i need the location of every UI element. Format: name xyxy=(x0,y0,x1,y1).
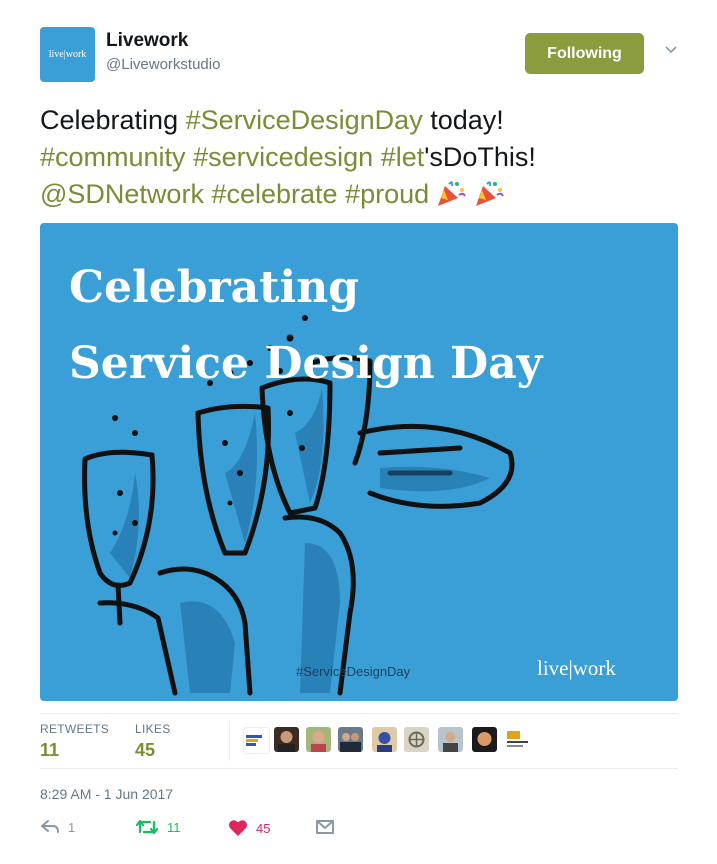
chevron-down-icon[interactable] xyxy=(664,42,678,56)
tweet-media-image[interactable]: Celebrating Service Design Day #ServiceD… xyxy=(40,223,678,701)
reply-icon xyxy=(41,820,59,833)
reply-button[interactable]: 1 xyxy=(40,819,75,835)
avatar-text: live|work xyxy=(48,49,87,60)
tweet-text-segment xyxy=(338,179,346,209)
media-hashtag: #ServiceDesignDay xyxy=(296,664,411,679)
timestamp[interactable]: 8:29 AM - 1 Jun 2017 xyxy=(40,786,173,802)
heart-icon xyxy=(229,820,247,836)
retweets-label[interactable]: RETWEETS xyxy=(40,722,109,736)
divider xyxy=(40,768,678,769)
liker-avatar[interactable] xyxy=(438,727,463,752)
hashtag-link[interactable]: #community xyxy=(40,142,186,172)
retweets-count[interactable]: 11 xyxy=(40,740,59,761)
likes-count[interactable]: 45 xyxy=(135,740,155,761)
avatar[interactable]: live|work xyxy=(40,27,95,82)
following-button[interactable]: Following xyxy=(525,33,644,74)
media-logo: live|work xyxy=(537,656,616,680)
media-title-line: Service Design Day xyxy=(69,338,543,389)
party-popper-icon xyxy=(438,181,467,206)
display-name[interactable]: Livework xyxy=(106,30,188,52)
tweet-text-segment xyxy=(373,142,381,172)
direct-message-button[interactable] xyxy=(315,819,343,835)
liker-avatar[interactable] xyxy=(306,727,331,752)
retweet-count: 11 xyxy=(167,819,181,835)
liker-avatar[interactable] xyxy=(372,727,397,752)
stats-separator xyxy=(229,721,230,761)
liker-avatar[interactable] xyxy=(338,727,363,752)
liker-avatar[interactable] xyxy=(404,727,429,752)
hashtag-link[interactable]: #celebrate xyxy=(211,179,337,209)
tweet-text-segment: 'sDoThis! xyxy=(424,142,536,172)
party-popper-icon xyxy=(476,181,505,206)
hashtag-link[interactable]: #let xyxy=(381,142,425,172)
like-button[interactable]: 45 xyxy=(228,819,270,837)
envelope-icon xyxy=(316,820,334,834)
like-count: 45 xyxy=(256,820,271,836)
liker-avatar[interactable] xyxy=(472,727,497,752)
liker-avatar[interactable] xyxy=(243,727,270,754)
user-handle[interactable]: @Liveworkstudio xyxy=(106,56,220,73)
media-title: Celebrating Service Design Day xyxy=(69,250,542,402)
liker-avatar[interactable] xyxy=(274,727,299,752)
retweet-button[interactable]: 11 xyxy=(135,819,181,835)
retweet-icon xyxy=(135,819,159,835)
tweet-text-segment xyxy=(186,142,194,172)
mention-link[interactable]: @SDNetwork xyxy=(40,179,204,209)
hashtag-link[interactable]: #proud xyxy=(345,179,429,209)
liker-avatar[interactable] xyxy=(505,727,530,752)
tweet-text-segment: Celebrating xyxy=(40,105,186,135)
media-title-line: Celebrating xyxy=(69,262,359,313)
divider xyxy=(40,713,678,714)
tweet-text: Celebrating #ServiceDesignDay today! #co… xyxy=(40,102,680,213)
likes-label[interactable]: LIKES xyxy=(135,722,171,736)
reply-count: 1 xyxy=(68,819,76,835)
hashtag-link[interactable]: #ServiceDesignDay xyxy=(186,105,423,135)
tweet-text-segment: today! xyxy=(422,105,504,135)
hashtag-link[interactable]: #servicedesign xyxy=(193,142,373,172)
